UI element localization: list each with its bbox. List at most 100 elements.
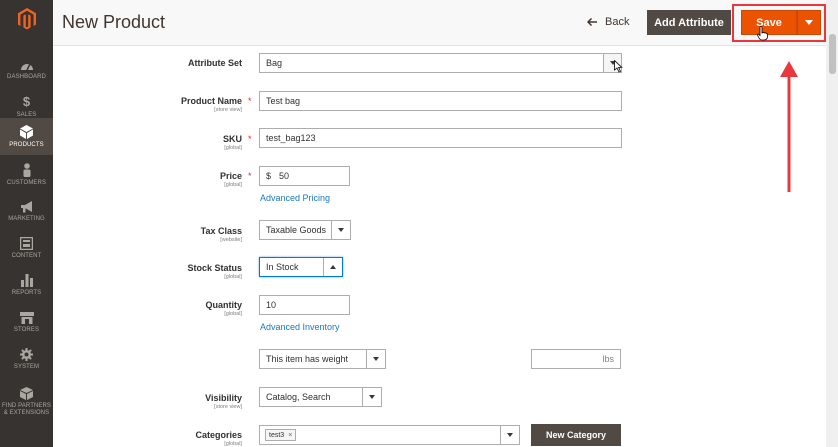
categories-label-text: Categories (195, 430, 242, 440)
product-name-input[interactable]: Test bag (259, 91, 622, 111)
megaphone-icon (20, 200, 32, 212)
chevron-down-icon (500, 426, 519, 444)
box-icon (20, 387, 33, 400)
stock-status-select[interactable]: In Stock (259, 257, 343, 277)
sidebar-item-products[interactable]: PRODUCTS (0, 118, 53, 155)
tax-class-select[interactable]: Taxable Goods (259, 220, 351, 240)
hand-cursor-icon (757, 26, 768, 41)
categories-scope: [global] (224, 441, 242, 447)
page-scrollbar[interactable] (826, 0, 838, 447)
sidebar-item-marketing[interactable]: MARKETING (0, 193, 53, 230)
price-value: 50 (279, 171, 290, 181)
cube-icon (20, 124, 33, 139)
categories-label: Categories [global] (52, 430, 242, 447)
person-icon (23, 162, 30, 177)
advanced-pricing-link[interactable]: Advanced Pricing (260, 193, 330, 203)
categories-multiselect[interactable] (259, 425, 520, 445)
currency-symbol: $ (266, 171, 272, 181)
sku-scope: [global] (224, 145, 242, 151)
back-label: Back (605, 16, 630, 28)
visibility-value: Catalog, Search (266, 392, 331, 402)
dashboard-icon (20, 63, 33, 70)
quantity-scope: [global] (224, 311, 242, 317)
required-marker: * (248, 96, 252, 106)
price-label: Price [global] (52, 171, 242, 188)
arrow-left-icon (587, 18, 597, 26)
magento-logo[interactable] (0, 0, 53, 38)
sidebar-item-stores[interactable]: STORES (0, 304, 53, 341)
quantity-label: Quantity [global] (52, 300, 242, 317)
weight-type-value: This item has weight (266, 354, 349, 364)
product-name-scope: [store view] (214, 107, 242, 113)
sidebar-item-customers[interactable]: CUSTOMERS (0, 156, 53, 193)
bar-chart-icon (20, 274, 33, 287)
store-icon (19, 311, 34, 324)
scrollbar-thumb[interactable] (829, 34, 836, 74)
category-tag: test3 × (265, 429, 297, 441)
chevron-down-icon (366, 350, 385, 368)
attribute-set-select[interactable]: Bag (259, 53, 622, 73)
product-name-label: Product Name [store view] (52, 96, 242, 113)
add-attribute-button[interactable]: Add Attribute (647, 10, 731, 35)
chevron-down-icon (362, 388, 381, 406)
weight-type-select[interactable]: This item has weight (259, 349, 386, 369)
sidebar-item-system[interactable]: SYSTEM (0, 341, 53, 378)
tax-class-scope: [website] (220, 237, 242, 243)
magento-logo-icon (17, 8, 36, 30)
attribute-set-value: Bag (266, 58, 283, 68)
sku-value: test_bag123 (266, 133, 316, 143)
stock-status-label-text: Stock Status (187, 263, 242, 273)
save-button[interactable]: Save (741, 10, 797, 35)
sku-label: SKU [global] (52, 134, 242, 151)
tax-class-value: Taxable Goods (266, 225, 327, 235)
sidebar-item-label: STORES (13, 326, 40, 333)
sidebar-item-label: MARKETING (8, 215, 45, 222)
product-name-label-text: Product Name (180, 96, 242, 106)
sku-input[interactable]: test_bag123 (259, 128, 622, 148)
sidebar-item-content[interactable]: CONTENT (0, 230, 53, 267)
sidebar-item-label: CUSTOMERS (6, 179, 47, 186)
sidebar-item-reports[interactable]: REPORTS (0, 267, 53, 304)
quantity-input[interactable]: 10 (259, 295, 350, 315)
sidebar-item-label: SYSTEM (13, 364, 40, 370)
required-marker: * (248, 134, 252, 144)
quantity-label-text: Quantity (205, 300, 242, 310)
stock-status-scope: [global] (224, 274, 242, 280)
sidebar-item-find-partners[interactable]: FIND PARTNERS & EXTENSIONS (0, 382, 53, 422)
tax-class-label-text: Tax Class (200, 226, 242, 236)
annotation-arrow (780, 61, 798, 192)
tax-class-label: Tax Class [website] (52, 226, 242, 243)
weight-input[interactable]: lbs (531, 349, 621, 369)
advanced-inventory-link[interactable]: Advanced Inventory (260, 322, 340, 332)
product-name-value: Test bag (266, 96, 301, 106)
save-options-toggle[interactable] (797, 10, 821, 35)
sidebar-item-label: PRODUCTS (9, 141, 44, 148)
chevron-down-icon (331, 221, 350, 239)
attribute-set-label: Attribute Set (188, 58, 242, 68)
stock-status-label: Stock Status [global] (52, 263, 242, 280)
price-scope: [global] (224, 182, 242, 188)
new-category-button[interactable]: New Category (531, 424, 621, 446)
sku-label-text: SKU (222, 134, 242, 144)
required-marker: * (248, 171, 252, 181)
pointer-cursor-icon (614, 60, 623, 73)
chevron-up-icon (323, 258, 342, 276)
back-button[interactable]: Back (587, 16, 629, 28)
price-label-text: Price (219, 171, 242, 181)
remove-tag-icon[interactable]: × (288, 432, 292, 439)
quantity-value: 10 (266, 300, 277, 310)
admin-sidebar: DASHBOARD $ SALES PRODUCTS CUSTOMERS MAR… (0, 0, 53, 447)
sidebar-item-label: CONTENT (11, 253, 42, 259)
content-icon (20, 237, 33, 250)
page-header: New Product Back Add Attribute Save (53, 0, 838, 46)
visibility-select[interactable]: Catalog, Search (259, 387, 382, 407)
visibility-scope: [store view] (214, 404, 242, 410)
weight-unit: lbs (602, 354, 614, 364)
visibility-label-text: Visibility (205, 393, 242, 403)
price-input[interactable]: $ 50 (259, 166, 350, 186)
sidebar-item-label: FIND PARTNERS & EXTENSIONS (1, 403, 52, 416)
sidebar-item-dashboard[interactable]: DASHBOARD (0, 51, 53, 88)
sidebar-item-label: REPORTS (11, 290, 42, 296)
chevron-down-icon (805, 20, 813, 25)
visibility-label: Visibility [store view] (52, 393, 242, 410)
